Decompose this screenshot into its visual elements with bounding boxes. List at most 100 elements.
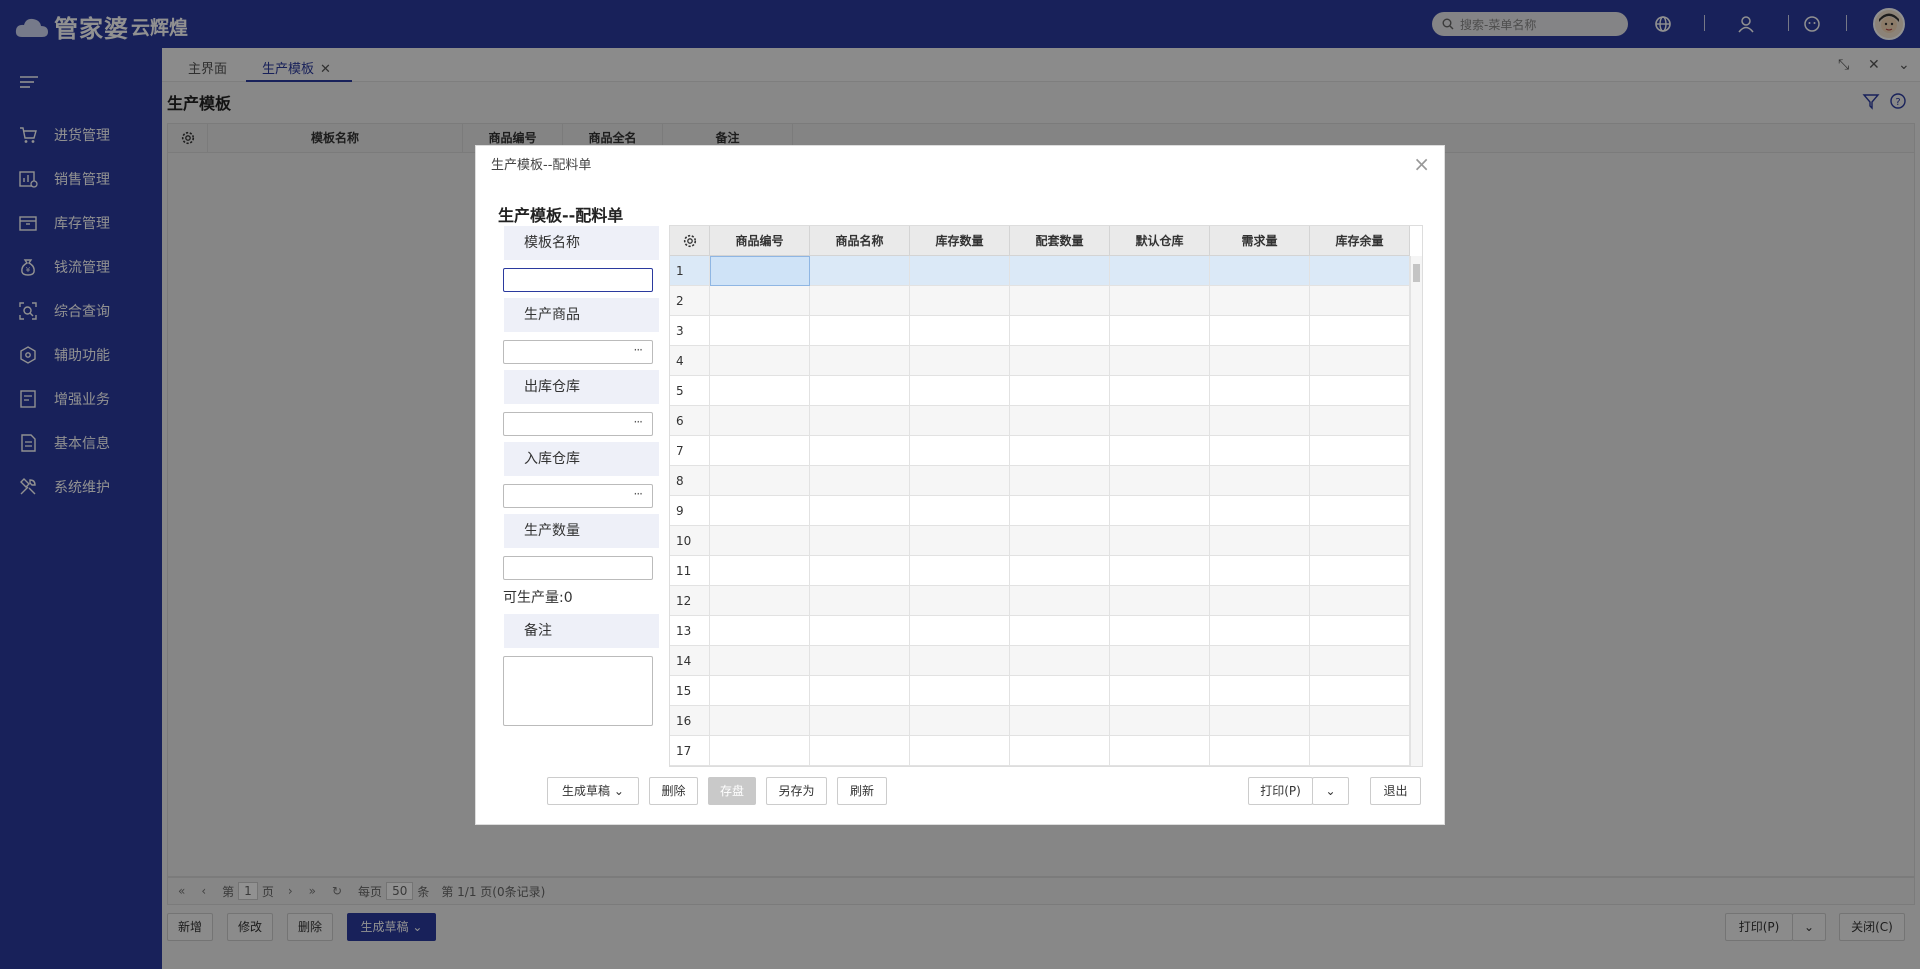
column-header[interactable]: 默认仓库 [1110,226,1210,256]
table-cell[interactable] [710,466,810,496]
out-warehouse-field[interactable]: ··· [503,412,653,436]
more-icon[interactable]: ··· [634,343,644,357]
table-cell[interactable] [710,406,810,436]
table-cell[interactable] [910,466,1010,496]
table-cell[interactable] [910,526,1010,556]
table-row[interactable]: 5 [670,376,1410,406]
table-cell[interactable] [910,496,1010,526]
table-cell[interactable] [810,526,910,556]
save-button[interactable]: 存盘 [708,777,756,805]
table-cell[interactable] [710,586,810,616]
table-cell[interactable] [710,556,810,586]
table-cell[interactable] [1010,286,1110,316]
table-row[interactable]: 3 [670,316,1410,346]
table-cell[interactable] [810,646,910,676]
column-settings-button[interactable] [670,226,710,256]
table-cell[interactable] [1010,556,1110,586]
table-row[interactable]: 1 [670,256,1410,286]
table-cell[interactable] [1010,616,1110,646]
table-cell[interactable] [1210,676,1310,706]
table-cell[interactable] [810,616,910,646]
table-cell[interactable] [1310,256,1410,286]
table-cell[interactable] [1210,436,1310,466]
table-cell[interactable] [1310,526,1410,556]
quantity-input[interactable] [503,556,653,580]
table-cell[interactable] [710,676,810,706]
column-header[interactable]: 配套数量 [1010,226,1110,256]
table-cell[interactable] [1310,286,1410,316]
table-row[interactable]: 12 [670,586,1410,616]
table-cell[interactable] [710,706,810,736]
table-cell[interactable] [1110,676,1210,706]
table-cell[interactable] [810,496,910,526]
table-cell[interactable] [810,706,910,736]
table-cell[interactable] [1210,376,1310,406]
table-cell[interactable] [1010,256,1110,286]
table-cell[interactable] [810,436,910,466]
table-row[interactable]: 7 [670,436,1410,466]
table-cell[interactable] [1310,646,1410,676]
table-row[interactable]: 15 [670,676,1410,706]
table-row[interactable]: 13 [670,616,1410,646]
table-cell[interactable] [1110,436,1210,466]
table-cell[interactable] [1010,376,1110,406]
table-cell[interactable] [910,256,1010,286]
table-cell[interactable] [1110,646,1210,676]
table-cell[interactable] [810,316,910,346]
table-cell[interactable] [1210,256,1310,286]
table-cell[interactable] [710,496,810,526]
delete-button[interactable]: 删除 [649,777,698,805]
table-cell[interactable] [910,676,1010,706]
table-cell[interactable] [1210,316,1310,346]
table-row[interactable]: 2 [670,286,1410,316]
template-name-input[interactable] [503,268,653,292]
table-cell[interactable] [1210,586,1310,616]
table-cell[interactable] [1310,436,1410,466]
table-row[interactable]: 8 [670,466,1410,496]
column-header[interactable]: 库存数量 [910,226,1010,256]
column-header[interactable]: 商品编号 [710,226,810,256]
table-cell[interactable] [1110,376,1210,406]
column-header[interactable]: 库存余量 [1310,226,1410,256]
table-cell[interactable] [1210,286,1310,316]
product-field[interactable]: ··· [503,340,653,364]
table-cell[interactable] [910,346,1010,376]
table-cell[interactable] [1310,736,1410,766]
table-cell[interactable] [910,646,1010,676]
table-cell[interactable] [810,736,910,766]
table-cell[interactable] [1110,586,1210,616]
table-cell[interactable] [1010,466,1110,496]
table-cell[interactable] [1310,496,1410,526]
table-cell[interactable] [1210,526,1310,556]
table-cell[interactable] [910,616,1010,646]
table-cell[interactable] [1210,556,1310,586]
table-cell[interactable] [1110,556,1210,586]
table-cell[interactable] [1010,646,1110,676]
table-cell[interactable] [810,406,910,436]
table-cell[interactable] [710,616,810,646]
table-cell[interactable] [1210,736,1310,766]
save-as-button[interactable]: 另存为 [766,777,827,805]
table-cell[interactable] [1010,676,1110,706]
column-header[interactable]: 需求量 [1210,226,1310,256]
table-row[interactable]: 16 [670,706,1410,736]
table-cell[interactable] [1210,346,1310,376]
table-cell[interactable] [1010,496,1110,526]
table-cell[interactable] [1110,316,1210,346]
table-cell[interactable] [810,256,910,286]
table-cell[interactable] [910,436,1010,466]
table-cell[interactable] [810,586,910,616]
table-cell[interactable] [810,286,910,316]
table-row[interactable]: 9 [670,496,1410,526]
table-cell[interactable] [910,376,1010,406]
table-cell[interactable] [810,556,910,586]
table-cell[interactable] [810,376,910,406]
table-cell[interactable] [910,556,1010,586]
table-cell[interactable] [1110,256,1210,286]
table-cell[interactable] [1110,286,1210,316]
table-cell[interactable] [1110,346,1210,376]
table-cell[interactable] [1310,676,1410,706]
table-cell[interactable] [1210,646,1310,676]
table-cell[interactable] [1310,616,1410,646]
table-row[interactable]: 6 [670,406,1410,436]
